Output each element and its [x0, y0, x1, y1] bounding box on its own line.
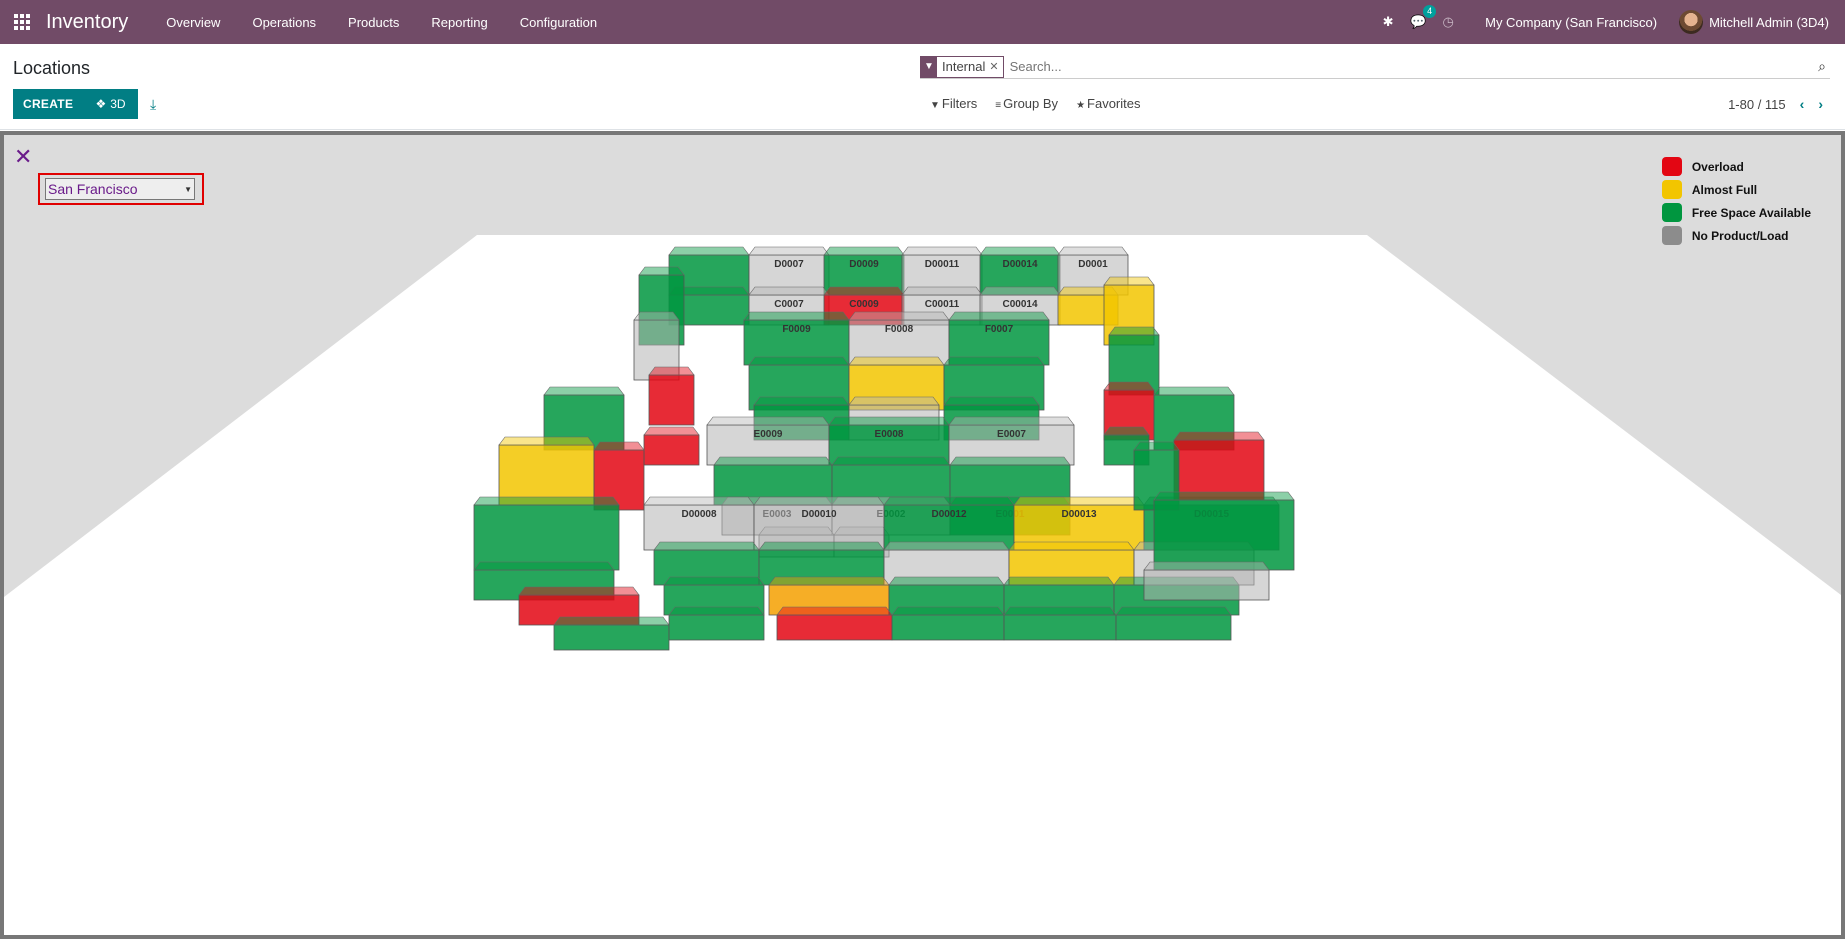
menu-overview[interactable]: Overview — [150, 0, 236, 44]
location-box[interactable] — [643, 426, 700, 466]
warehouse-select-highlight: San Francisco ▼ — [38, 173, 204, 205]
location-box-label: D00014 — [1002, 259, 1037, 270]
location-box-label: C00014 — [1002, 299, 1037, 310]
legend-label: Overload — [1691, 159, 1744, 174]
warehouse-select[interactable]: San Francisco ▼ — [45, 178, 195, 200]
location-box[interactable] — [498, 436, 595, 506]
location-3d-viewer: D0007 D0009 D00011 D00014 D0001 C0007 C0009 C00… — [0, 131, 1845, 939]
location-box-label: E0009 — [754, 429, 783, 440]
create-button[interactable]: CREATE — [13, 89, 84, 119]
legend-label: Almost Full — [1691, 182, 1758, 197]
avatar — [1679, 10, 1704, 34]
location-box-label: C0007 — [774, 299, 804, 310]
location-box-label: D0007 — [774, 259, 804, 270]
location-box-label: C0009 — [849, 299, 879, 310]
top-navbar: Inventory Overview Operations Products R… — [0, 0, 1845, 44]
filter-icon: ▼ — [930, 100, 940, 111]
location-box-label: F0009 — [782, 324, 811, 335]
legend-item: No Product/Load — [1661, 224, 1811, 247]
view-3d-label: 3D — [110, 97, 126, 111]
page-title: Locations — [13, 58, 91, 78]
pager-next-icon[interactable]: › — [1818, 96, 1823, 112]
facet-remove-icon[interactable]: ✕ — [989, 60, 1002, 73]
location-box[interactable] — [553, 616, 670, 651]
legend-item: Free Space Available — [1661, 201, 1811, 224]
menu-operations[interactable]: Operations — [236, 0, 332, 44]
location-box-label: C00011 — [925, 299, 960, 310]
location-box-label: D00008 — [681, 509, 716, 520]
pager-value[interactable]: 1-80 / 115 — [1728, 97, 1786, 112]
location-box[interactable] — [648, 366, 695, 426]
menu-reporting[interactable]: Reporting — [415, 0, 503, 44]
legend-swatch — [1661, 157, 1682, 176]
location-box-label: D00010 — [801, 509, 836, 520]
legend-swatch — [1661, 226, 1682, 245]
pager-previous-icon[interactable]: ‹ — [1800, 96, 1805, 112]
location-box-label: D00013 — [1061, 509, 1096, 520]
filter-icon: ▼ — [921, 56, 937, 77]
legend-swatch — [1661, 180, 1682, 199]
user-menu[interactable]: Mitchell Admin (3D4) — [1679, 10, 1845, 34]
location-box[interactable] — [1003, 606, 1117, 641]
location-box[interactable] — [776, 606, 893, 641]
activity-clock-icon[interactable]: ◷ — [1433, 14, 1463, 30]
close-icon[interactable]: ✕ — [14, 146, 32, 168]
location-box[interactable] — [668, 606, 765, 641]
location-box[interactable] — [1173, 431, 1265, 501]
company-switcher[interactable]: My Company (San Francisco) — [1463, 15, 1679, 30]
chevron-down-icon: ▼ — [184, 184, 192, 194]
location-box-label: F0007 — [985, 324, 1014, 335]
facet-label: Internal — [942, 59, 986, 74]
groupby-label: Group By — [1003, 96, 1059, 111]
star-icon: ★ — [1076, 100, 1086, 111]
user-name: Mitchell Admin (3D4) — [1709, 14, 1829, 30]
location-box-label: D00011 — [925, 259, 960, 270]
messages-icon[interactable]: 💬 4 — [1403, 5, 1437, 30]
location-box[interactable] — [473, 496, 620, 571]
view-3d-button[interactable]: ❖ 3D — [83, 89, 138, 119]
menu-products[interactable]: Products — [332, 0, 415, 44]
search-input[interactable] — [1009, 59, 1819, 74]
debug-bug-icon[interactable]: ✱ — [1373, 14, 1403, 30]
location-box[interactable] — [891, 606, 1005, 641]
search-icon[interactable]: ⌕ — [1818, 58, 1826, 75]
favorites-button[interactable]: ★ Favorites — [1076, 96, 1140, 111]
list-icon: ≡ — [995, 100, 1002, 111]
legend-label: Free Space Available — [1691, 205, 1811, 220]
location-box-label: F0008 — [885, 324, 914, 335]
legend-label: No Product/Load — [1691, 228, 1789, 243]
legend-item: Almost Full — [1661, 178, 1811, 201]
location-box-label: D0009 — [849, 259, 879, 270]
location-box[interactable] — [1143, 561, 1270, 601]
search-facet: ▼ Internal ✕ — [920, 55, 1004, 78]
legend-swatch — [1661, 203, 1682, 222]
apps-menu-icon[interactable] — [0, 0, 44, 44]
location-box-label: D0001 — [1078, 259, 1108, 270]
favorites-label: Favorites — [1087, 96, 1141, 111]
legend: Overload Almost Full Free Space Availabl… — [1661, 155, 1811, 247]
location-box-label: E0007 — [997, 429, 1026, 440]
location-box-label: D00012 — [931, 509, 966, 520]
control-panel: Locations CREATE ❖ 3D ⤓ ▼ Internal ✕ ⌕ ▼… — [0, 44, 1845, 130]
legend-item: Overload — [1661, 155, 1811, 178]
cubes-icon: ❖ — [95, 97, 107, 111]
warehouse-3d-scene[interactable]: D0007 D0009 D00011 D00014 D0001 C0007 C0009 C00… — [4, 135, 1841, 935]
menu-configuration[interactable]: Configuration — [504, 0, 613, 44]
search-bar: ▼ Internal ✕ ⌕ — [920, 55, 1830, 79]
location-box[interactable] — [1153, 491, 1295, 571]
location-box[interactable] — [1115, 606, 1232, 641]
app-title[interactable]: Inventory — [46, 11, 128, 34]
pager: 1-80 / 115 ‹ › — [1728, 96, 1823, 112]
filters-button[interactable]: ▼ Filters — [930, 96, 977, 111]
download-icon[interactable]: ⤓ — [150, 96, 156, 113]
groupby-button[interactable]: ≡ Group By — [995, 96, 1058, 111]
filters-label: Filters — [941, 96, 978, 111]
warehouse-value: San Francisco — [48, 181, 138, 197]
location-box-label: E0008 — [875, 429, 904, 440]
